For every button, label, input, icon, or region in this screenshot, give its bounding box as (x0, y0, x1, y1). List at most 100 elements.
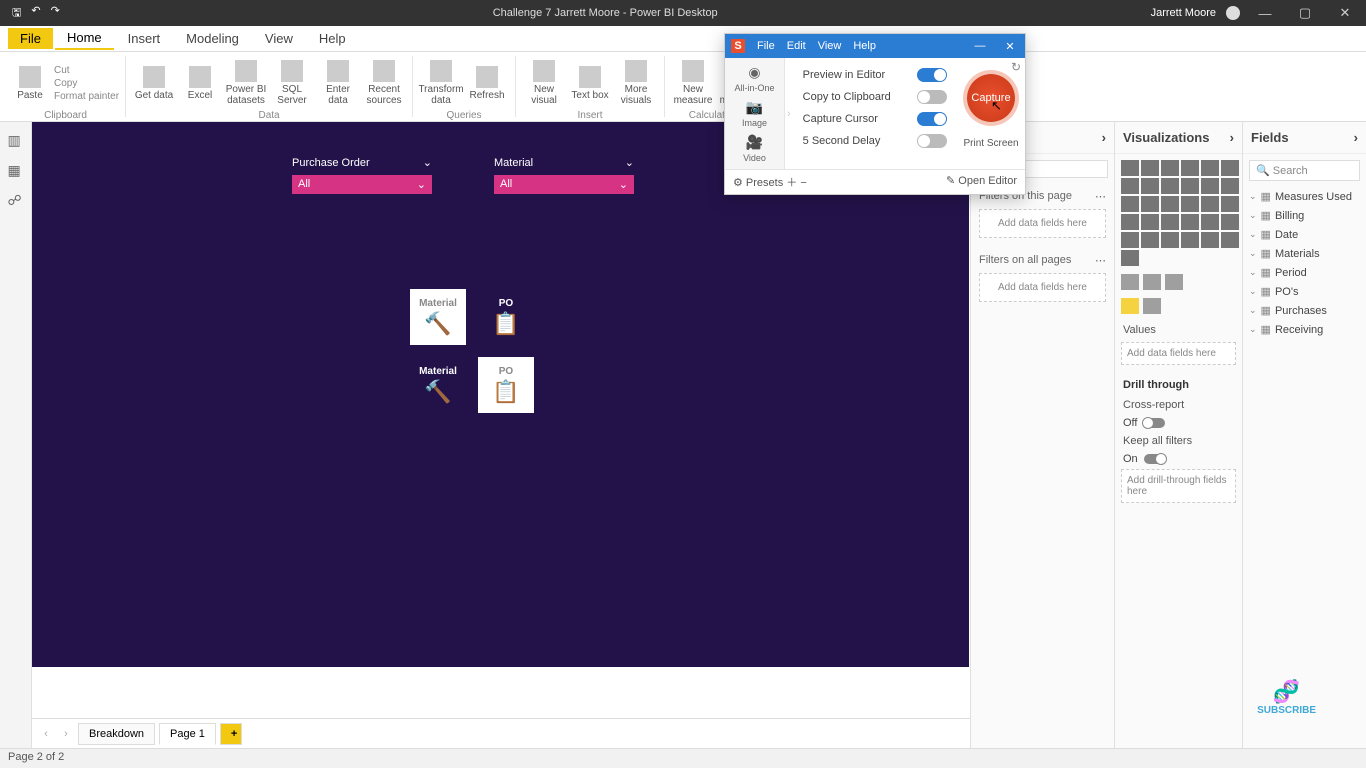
avatar[interactable] (1226, 6, 1240, 20)
tab-page1[interactable]: Page 1 (159, 723, 216, 745)
tile-po-active[interactable]: PO📋 (478, 357, 534, 413)
filters-all-dropzone[interactable]: Add data fields here (979, 273, 1106, 302)
open-editor-button[interactable]: ✎ Open Editor (946, 174, 1017, 190)
slicer-purchase-order[interactable]: Purchase Order⌄ All⌄ (292, 154, 432, 194)
maximize-button[interactable]: ▢ (1290, 5, 1320, 21)
excel-button[interactable]: Excel (178, 56, 222, 110)
mode-image[interactable]: 📷Image (742, 99, 767, 128)
tab-help[interactable]: Help (307, 28, 358, 49)
tab-home[interactable]: Home (55, 27, 114, 50)
viz-icon[interactable] (1181, 160, 1199, 176)
collapse-icon[interactable]: › (1230, 130, 1234, 145)
viz-icon[interactable] (1201, 214, 1219, 230)
chevron-down-icon[interactable]: ⌄ (423, 156, 432, 169)
field-table[interactable]: ⌄▦Materials (1243, 244, 1366, 263)
print-screen-label[interactable]: Print Screen (963, 138, 1018, 149)
refresh-button[interactable]: Refresh (465, 56, 509, 110)
analytics-tab-icon[interactable] (1165, 274, 1183, 290)
field-table[interactable]: ⌄▦PO's (1243, 282, 1366, 301)
field-table[interactable]: ⌄▦Receiving (1243, 320, 1366, 339)
transform-data-button[interactable]: Transform data (419, 56, 463, 110)
copy-button[interactable]: Copy (54, 78, 119, 89)
add-page-button[interactable]: + (220, 723, 242, 745)
reset-icon[interactable]: ↻ (1011, 60, 1021, 74)
viz-icon[interactable] (1121, 232, 1139, 248)
viz-icon[interactable] (1181, 232, 1199, 248)
menu-file[interactable]: File (757, 40, 775, 52)
pbi-datasets-button[interactable]: Power BI datasets (224, 56, 268, 110)
viz-icon[interactable] (1121, 214, 1139, 230)
slicer-material[interactable]: Material⌄ All⌄ (494, 154, 634, 194)
capture-button[interactable]: Capture ↖ (967, 74, 1015, 122)
values-dropzone[interactable]: Add data fields here (1121, 342, 1236, 365)
more-visuals-button[interactable]: More visuals (614, 56, 658, 110)
chevron-down-icon[interactable]: ⌄ (619, 178, 628, 191)
viz-icon[interactable] (1201, 232, 1219, 248)
tab-view[interactable]: View (253, 28, 305, 49)
viz-icon[interactable] (1161, 232, 1179, 248)
tab-breakdown[interactable]: Breakdown (78, 723, 155, 745)
cross-report-toggle[interactable] (1143, 418, 1165, 428)
collapse-icon[interactable]: › (1102, 130, 1106, 145)
viz-icon[interactable] (1201, 178, 1219, 194)
expand-icon[interactable]: › (785, 58, 793, 169)
recent-sources-button[interactable]: Recent sources (362, 56, 406, 110)
cursor-toggle[interactable] (917, 112, 947, 126)
delay-toggle[interactable] (917, 134, 947, 148)
filters-page-dropzone[interactable]: Add data fields here (979, 209, 1106, 238)
minimize-button[interactable]: — (1250, 6, 1280, 21)
viz-icon[interactable] (1141, 178, 1159, 194)
user-name[interactable]: Jarrett Moore (1151, 7, 1216, 19)
enter-data-button[interactable]: Enter data (316, 56, 360, 110)
viz-icon[interactable] (1161, 196, 1179, 212)
viz-icon[interactable] (1141, 196, 1159, 212)
close-button[interactable]: ✕ (1330, 5, 1360, 21)
field-table[interactable]: ⌄▦Purchases (1243, 301, 1366, 320)
overlay-close-button[interactable]: ✕ (1001, 40, 1019, 53)
chevron-down-icon[interactable]: ⌄ (625, 156, 634, 169)
viz-icon[interactable] (1201, 196, 1219, 212)
viz-icon[interactable] (1221, 160, 1239, 176)
menu-view[interactable]: View (818, 40, 842, 52)
fields-well-icon[interactable] (1121, 298, 1139, 314)
viz-icon[interactable] (1221, 178, 1239, 194)
menu-edit[interactable]: Edit (787, 40, 806, 52)
viz-more-icon[interactable] (1121, 250, 1139, 266)
page-next-button[interactable]: › (58, 728, 74, 740)
collapse-icon[interactable]: › (1354, 130, 1358, 145)
keep-filters-toggle[interactable] (1144, 454, 1166, 464)
viz-icon[interactable] (1161, 214, 1179, 230)
preview-toggle[interactable] (917, 68, 947, 82)
presets-button[interactable]: ⚙ Presets ＋ − (733, 174, 807, 190)
paste-button[interactable]: Paste (12, 56, 48, 110)
mode-video[interactable]: 🎥Video (743, 134, 766, 163)
mode-all-in-one[interactable]: ◉All-in-One (734, 64, 774, 93)
save-icon[interactable]: 🖫 (12, 4, 21, 23)
viz-icon[interactable] (1181, 214, 1199, 230)
viz-icon[interactable] (1121, 196, 1139, 212)
more-icon[interactable]: ⋯ (1095, 190, 1106, 203)
field-table[interactable]: ⌄▦Date (1243, 225, 1366, 244)
report-view-icon[interactable]: ▥ (8, 132, 24, 148)
tab-modeling[interactable]: Modeling (174, 28, 251, 49)
get-data-button[interactable]: Get data (132, 56, 176, 110)
new-measure-button[interactable]: New measure (671, 56, 715, 110)
new-visual-button[interactable]: New visual (522, 56, 566, 110)
text-box-button[interactable]: Text box (568, 56, 612, 110)
more-icon[interactable]: ⋯ (1095, 254, 1106, 267)
viz-icon[interactable] (1221, 214, 1239, 230)
format-tab-icon[interactable] (1143, 274, 1161, 290)
viz-icon[interactable] (1161, 178, 1179, 194)
viz-icon[interactable] (1161, 160, 1179, 176)
sql-server-button[interactable]: SQL Server (270, 56, 314, 110)
drill-through-dropzone[interactable]: Add drill-through fields here (1121, 469, 1236, 503)
overlay-minimize-button[interactable]: — (971, 40, 989, 52)
viz-icon[interactable] (1141, 214, 1159, 230)
capture-tool-window[interactable]: S File Edit View Help — ✕ ◉All-in-One 📷I… (724, 33, 1026, 195)
field-table[interactable]: ⌄▦Billing (1243, 206, 1366, 225)
viz-icon[interactable] (1181, 196, 1199, 212)
field-table[interactable]: ⌄▦Measures Used (1243, 187, 1366, 206)
model-view-icon[interactable]: ☍ (8, 192, 24, 208)
menu-help[interactable]: Help (853, 40, 876, 52)
tile-po[interactable]: PO📋 (478, 289, 534, 345)
